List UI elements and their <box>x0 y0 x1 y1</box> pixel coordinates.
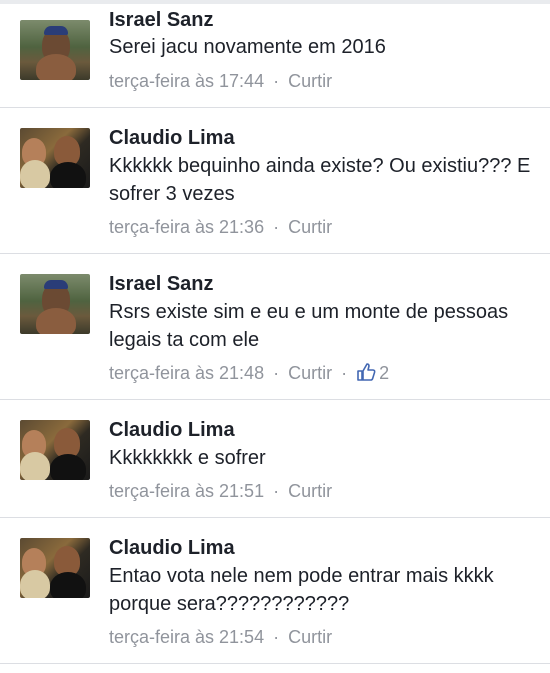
comment: Israel Sanz Serei jacu novamente em 2016… <box>0 0 550 110</box>
like-link[interactable]: Curtir <box>288 71 332 91</box>
comment-author[interactable]: Claudio Lima <box>109 126 235 150</box>
separator: · <box>273 481 280 501</box>
like-count-value: 2 <box>379 363 390 383</box>
comment-meta: terça-feira às 21:36 · Curtir <box>109 216 332 238</box>
thumbs-up-icon <box>357 363 376 381</box>
separator: · <box>273 217 280 237</box>
separator: · <box>341 363 348 383</box>
comment-timestamp[interactable]: terça-feira às 17:44 <box>109 71 264 91</box>
like-link[interactable]: Curtir <box>288 363 332 383</box>
avatar[interactable] <box>20 20 90 80</box>
separator: · <box>273 363 280 383</box>
comment: Israel Sanz Rsrs existe sim e eu e um mo… <box>0 254 550 399</box>
comment-author[interactable]: Israel Sanz <box>109 8 214 32</box>
comment-author[interactable]: Claudio Lima <box>109 536 235 560</box>
comment-text: Kkkkkk bequinho ainda existe? Ou existiu… <box>109 155 531 205</box>
avatar[interactable] <box>20 128 90 188</box>
comment-timestamp[interactable]: terça-feira às 21:51 <box>109 481 264 501</box>
comment-author[interactable]: Israel Sanz <box>109 272 214 296</box>
comment: Claudio Lima Entao vota nele nem pode en… <box>0 518 550 663</box>
comment-timestamp[interactable]: terça-feira às 21:36 <box>109 217 264 237</box>
comment-text: Rsrs existe sim e eu e um monte de pesso… <box>109 301 509 351</box>
comment: Claudio Lima Kkkkkk bequinho ainda exist… <box>0 108 550 253</box>
comment-text: Kkkkkkkk e sofrer <box>109 447 266 469</box>
avatar[interactable] <box>20 274 90 334</box>
comment-meta: terça-feira às 21:51 · Curtir <box>109 480 332 502</box>
like-link[interactable]: Curtir <box>288 627 332 647</box>
comment-text: Entao vota nele nem pode entrar mais kkk… <box>109 565 494 615</box>
comment-timestamp[interactable]: terça-feira às 21:54 <box>109 627 264 647</box>
comment-meta: terça-feira às 17:44 · Curtir <box>109 70 332 92</box>
separator: · <box>273 627 280 647</box>
comment-timestamp[interactable]: terça-feira às 21:48 <box>109 363 264 383</box>
like-link[interactable]: Curtir <box>288 217 332 237</box>
comment: Claudio Lima Kkkkkkkk e sofrer terça-fei… <box>0 400 550 517</box>
divider <box>0 663 550 664</box>
separator: · <box>273 71 280 91</box>
comment-author[interactable]: Claudio Lima <box>109 418 235 442</box>
comment-text: Serei jacu novamente em 2016 <box>109 36 386 58</box>
avatar[interactable] <box>20 420 90 480</box>
avatar[interactable] <box>20 538 90 598</box>
comment-meta: terça-feira às 21:54 · Curtir <box>109 626 332 648</box>
like-link[interactable]: Curtir <box>288 481 332 501</box>
comment-meta: terça-feira às 21:48 · Curtir · 2 <box>109 362 389 384</box>
like-count[interactable]: 2 <box>356 363 389 383</box>
